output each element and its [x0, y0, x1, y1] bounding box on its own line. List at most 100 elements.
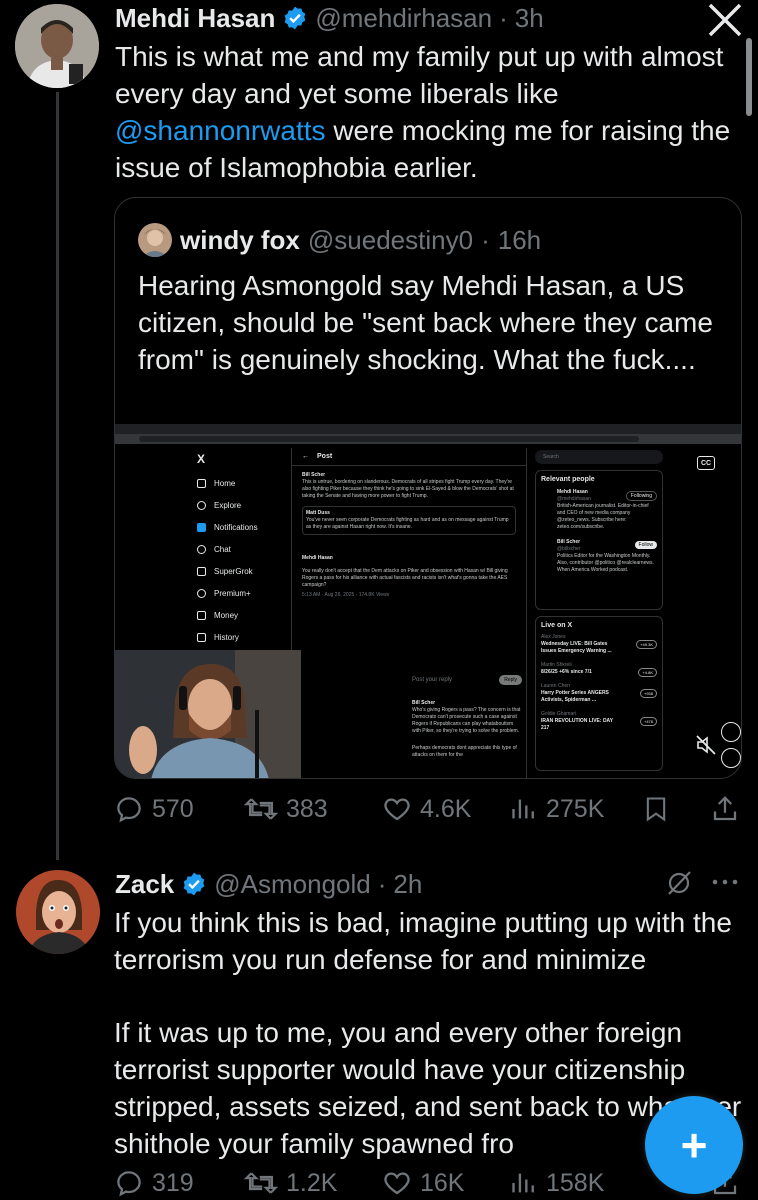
reply-icon	[117, 1171, 141, 1197]
embedded-sidebar: X Home Explore Notifications Chat SuperG…	[197, 452, 287, 648]
live-count: +49.3K	[636, 640, 657, 649]
grok-icon	[197, 566, 206, 576]
embedded-text: You really don't accept that the Dem att…	[302, 568, 508, 588]
embedded-nav-item: Explore	[197, 494, 287, 516]
like-button[interactable]: 4.6K	[382, 794, 471, 824]
embedded-reply-placeholder: Post your reply	[412, 677, 453, 683]
search-icon	[197, 500, 206, 510]
repost-count: 1.2K	[286, 1168, 338, 1197]
repost-button[interactable]: 383	[244, 794, 328, 824]
webcam-overlay	[115, 650, 301, 778]
tweet-actions: 319 1.2K 16K 158K	[114, 1166, 744, 1200]
embedded-right-column: Search Relevant people Mehdi Hasan @mehd…	[535, 450, 663, 771]
tweet-time[interactable]: 3h	[515, 3, 544, 34]
reply-count: 319	[152, 1168, 194, 1197]
avatar[interactable]	[16, 870, 100, 954]
browser-address-bar	[115, 434, 741, 444]
relevant-people-title: Relevant people	[541, 476, 595, 483]
quote-author-name: windy fox	[180, 224, 300, 255]
close-icon[interactable]	[706, 3, 744, 37]
compose-fab-button[interactable]: +	[645, 1096, 743, 1194]
messages-circle-button[interactable]	[721, 748, 741, 768]
embedded-nav-item: Premium+	[197, 582, 287, 604]
bookmark-button[interactable]	[642, 794, 670, 829]
tweet-text: This is what me and my family put up wit…	[115, 38, 745, 186]
reply-icon	[117, 797, 141, 823]
views-icon	[512, 1173, 534, 1193]
like-count: 4.6K	[420, 794, 472, 823]
embedded-text: This is untrue, bordering on slanderous.…	[302, 479, 514, 499]
author-name[interactable]: Zack	[115, 869, 174, 900]
author-handle[interactable]: @mehdirhasan	[315, 3, 492, 34]
follow-button: Follow	[634, 541, 657, 549]
live-count: +938	[639, 689, 657, 698]
home-icon	[197, 478, 206, 488]
person-bio: Politics Editor for the Washington Month…	[557, 553, 654, 573]
tweet-time[interactable]: 2h	[393, 869, 422, 900]
embedded-nav-item: SuperGrok	[197, 560, 287, 582]
live-host: Lauren Chen	[541, 683, 570, 689]
quote-text: Hearing Asmongold say Mehdi Hasan, a US …	[138, 270, 713, 375]
author-name[interactable]: Mehdi Hasan	[115, 3, 275, 34]
quote-avatar	[138, 223, 172, 257]
person-bio: British-American journalist. Editor-in-c…	[557, 503, 649, 530]
avatar-photo-zack	[16, 870, 100, 954]
more-options-icon[interactable]	[708, 874, 742, 890]
author-handle[interactable]: @Asmongold	[214, 869, 370, 900]
share-button[interactable]	[710, 794, 740, 829]
embedded-reply-button: Reply	[499, 675, 522, 685]
embedded-nav-item: History	[197, 626, 287, 648]
grok-icon[interactable]	[664, 868, 694, 898]
separator-dot: ·	[499, 2, 508, 33]
reply-button[interactable]: 319	[114, 1168, 194, 1198]
quote-tweet-card[interactable]: windy fox @suedestiny0 · 16h Hearing Asm…	[114, 197, 742, 779]
views-button[interactable]: 158K	[510, 1168, 604, 1198]
tweet-header: Mehdi Hasan @mehdirhasan · 3h	[115, 1, 544, 35]
views-count: 275K	[546, 794, 605, 823]
verified-badge-icon	[183, 872, 205, 896]
quote-media-screenshot[interactable]: X Home Explore Notifications Chat SuperG…	[115, 424, 741, 778]
mention-link[interactable]: @shannonrwatts	[115, 115, 326, 146]
verified-badge-icon	[285, 6, 306, 30]
views-button[interactable]: 275K	[510, 794, 604, 824]
bookmark-icon	[646, 797, 666, 822]
embedded-nav-item: Money	[197, 604, 287, 626]
tweet-actions: 570 383 4.6K 275K	[114, 790, 744, 830]
heart-icon	[384, 1172, 410, 1195]
separator-dot: ·	[377, 868, 387, 899]
separator-dot: ·	[481, 224, 490, 255]
embedded-nav-item: Chat	[197, 538, 287, 560]
embedded-center-column: ← Post Bill Scher This is untrue, borderi…	[291, 448, 527, 778]
live-count: +478	[639, 717, 657, 726]
plus-icon: +	[680, 1119, 708, 1171]
embedded-nav-item: Notifications	[197, 516, 287, 538]
scrollbar[interactable]	[746, 38, 752, 116]
grok-circle-button[interactable]	[721, 722, 741, 742]
views-count: 158K	[546, 1168, 605, 1197]
reply-button[interactable]: 570	[114, 794, 194, 824]
thread-line	[56, 92, 59, 860]
mute-icon[interactable]	[695, 734, 717, 756]
streamer-webcam-image	[115, 650, 301, 778]
avatar-photo-mehdi	[15, 4, 99, 88]
quote-time: 16h	[497, 224, 542, 255]
embedded-meta: 5:13 AM · Aug 26, 2025 · 174.8K Views	[302, 592, 390, 598]
embedded-author: Bill Scher	[302, 472, 326, 478]
money-icon	[197, 610, 206, 620]
premium-icon	[197, 588, 206, 598]
quote-author-handle: @suedestiny0	[307, 224, 474, 255]
repost-button[interactable]: 1.2K	[244, 1168, 337, 1198]
embedded-search: Search	[535, 450, 663, 464]
avatar[interactable]	[15, 4, 99, 88]
repost-count: 383	[286, 794, 328, 823]
embedded-author: Bill Scher	[412, 700, 436, 706]
following-button: Following	[625, 491, 657, 501]
embedded-nav-item: Home	[197, 472, 287, 494]
repost-icon	[244, 798, 278, 820]
repost-icon	[244, 1172, 278, 1194]
closed-captions-button[interactable]: CC	[697, 456, 715, 470]
browser-tab-strip	[115, 424, 741, 434]
like-button[interactable]: 16K	[382, 1168, 464, 1198]
bell-icon	[197, 522, 206, 532]
live-host: Goldie Ghamari	[541, 711, 577, 717]
